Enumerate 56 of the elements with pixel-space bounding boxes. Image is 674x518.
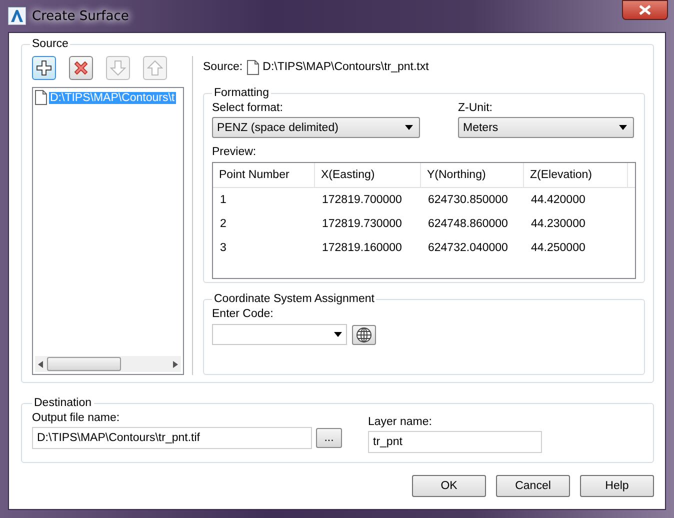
cross-icon (73, 60, 89, 76)
dialog-button[interactable]: Cancel (496, 475, 570, 497)
field-label: Select format: (212, 102, 284, 114)
table-cell: 44.420000 (531, 194, 586, 206)
column-header[interactable]: Z(Elevation) (524, 163, 628, 187)
column-header[interactable]: Y(Northing) (421, 163, 524, 187)
field-label: Output file name: (32, 412, 121, 424)
table-cell: 624730.850000 (428, 194, 508, 206)
column-header[interactable]: Point Number (213, 163, 315, 187)
down-arrow-icon (110, 60, 126, 76)
dropdown-arrow-icon (619, 125, 627, 130)
toolbar-button[interactable] (32, 56, 56, 80)
scroll-left-icon[interactable] (38, 360, 43, 368)
globe-button[interactable] (352, 324, 376, 344)
field-label: Enter Code: (212, 308, 274, 320)
table-cell: 172819.700000 (322, 194, 402, 206)
layer-name-field[interactable]: tr_pnt (368, 431, 542, 453)
table-cell: 624732.040000 (428, 242, 508, 254)
document-icon (246, 60, 259, 74)
close-button[interactable] (622, 0, 668, 20)
close-icon (639, 5, 651, 15)
source-label: Source: (203, 61, 243, 73)
table-cell: 172819.730000 (322, 218, 402, 230)
group-label: Destination (33, 397, 93, 409)
table-cell: 1 (220, 194, 226, 206)
app-logo-icon (8, 7, 26, 25)
window-title: Create Surface (32, 8, 129, 24)
group-label: Source (31, 38, 70, 50)
output-file-field[interactable]: D:\TIPS\MAP\Contours\tr_pnt.tif (32, 427, 312, 449)
source-path: D:\TIPS\MAP\Contours\tr_pnt.txt (262, 61, 429, 73)
unit-dropdown[interactable]: Meters (458, 117, 634, 138)
table-cell: 624748.860000 (428, 218, 508, 230)
field-label: Layer name: (368, 416, 433, 428)
dropdown-arrow-icon (405, 125, 413, 130)
globe-icon (356, 326, 372, 342)
group-label: Coordinate System Assignment (213, 293, 376, 305)
table-cell: 44.250000 (531, 242, 586, 254)
plus-icon (36, 60, 52, 76)
column-header[interactable]: X(Easting) (315, 163, 421, 187)
up-arrow-icon (147, 60, 163, 76)
field-label: Preview: (212, 146, 258, 158)
dropdown-arrow-icon (334, 332, 342, 337)
format-dropdown[interactable]: PENZ (space delimited) (212, 117, 420, 138)
scroll-right-icon[interactable] (173, 360, 178, 368)
browse-button[interactable]: ... (316, 428, 342, 448)
group-label: Formatting (213, 87, 270, 99)
dialog-button[interactable]: OK (412, 475, 486, 497)
toolbar-button[interactable] (69, 56, 93, 80)
table-cell: 172819.160000 (322, 242, 402, 254)
table-cell: 44.230000 (531, 218, 586, 230)
table-cell: 2 (220, 218, 226, 230)
horizontal-scrollbar[interactable] (35, 356, 181, 372)
file-icon (35, 90, 47, 105)
dialog-button[interactable]: Help (580, 475, 654, 497)
table-cell: 3 (220, 242, 226, 254)
field-label: Z-Unit: (458, 102, 494, 114)
